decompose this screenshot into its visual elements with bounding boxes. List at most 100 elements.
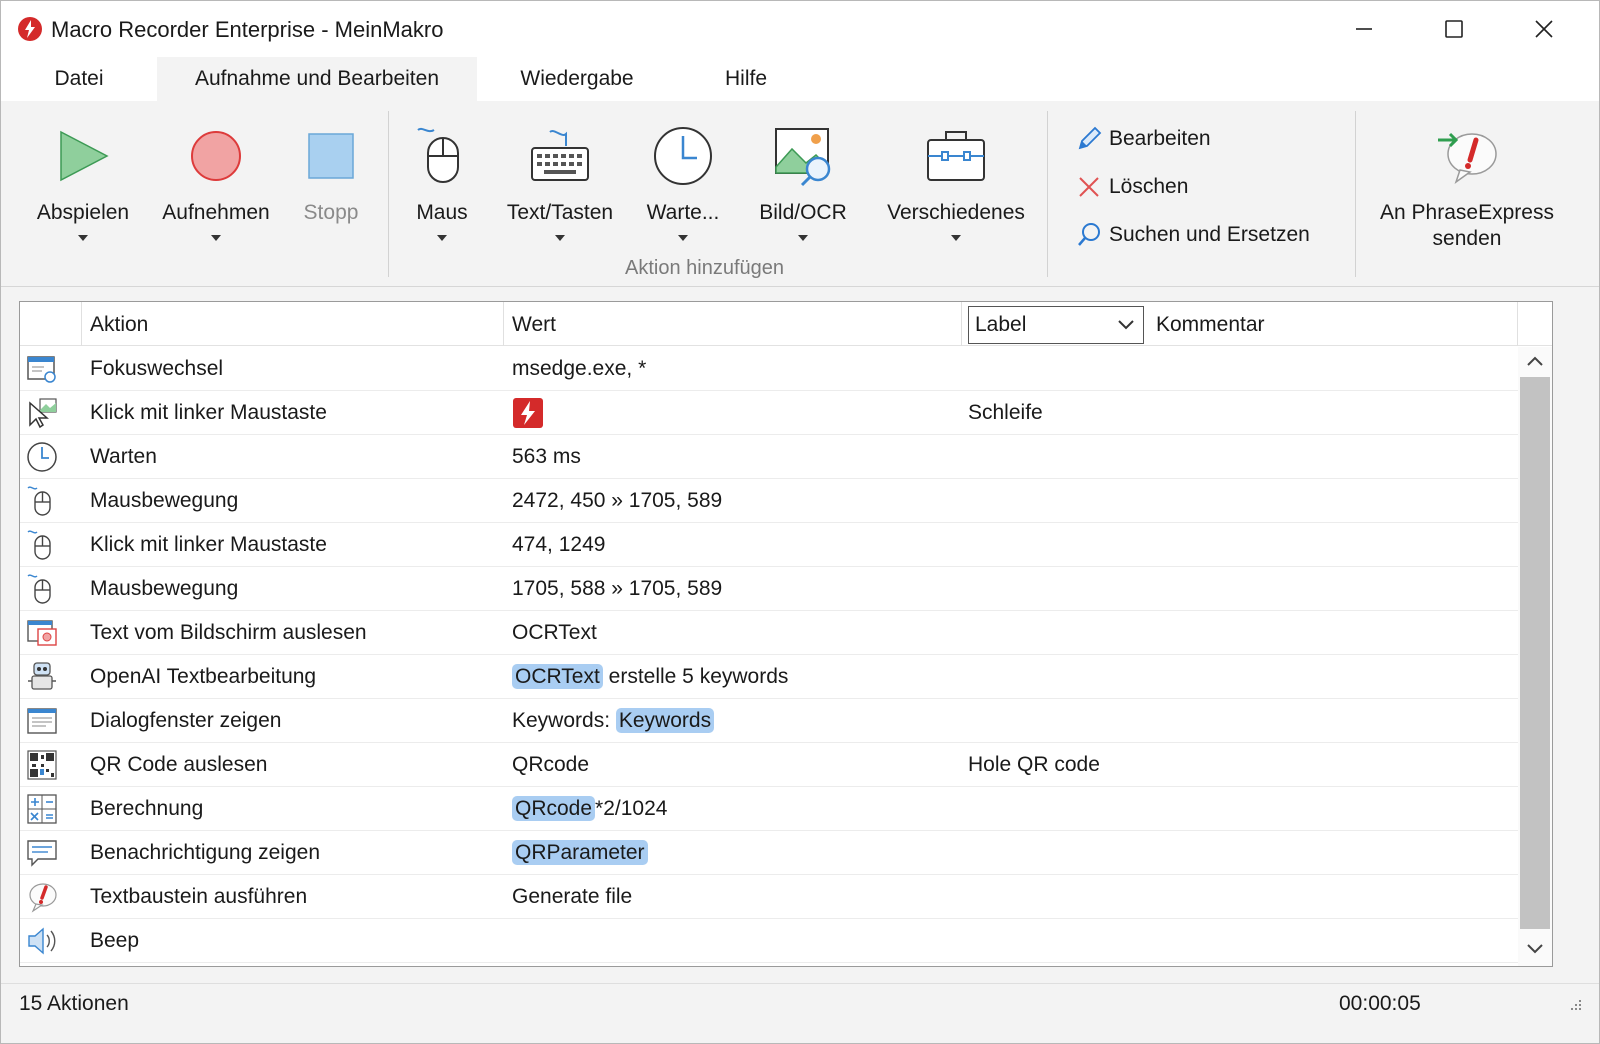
tab-datei[interactable]: Datei [27,57,131,101]
delete-button[interactable]: Löschen [1075,169,1188,205]
chevron-down-icon[interactable] [437,235,447,241]
tab-aufnahme-und-bearbeiten[interactable]: Aufnahme und Bearbeiten [157,57,477,101]
actions-table: Aktion Wert Label Kommentar Fokuswechsel… [19,301,1553,967]
misc-button[interactable]: Verschiedenes [873,121,1039,241]
send-phraseexpress-label-line2: senden [1432,227,1502,250]
table-row[interactable]: Berechnung QRcode *2/1024 [20,787,1518,831]
phraseexpress-icon [29,883,57,913]
stop-icon [308,133,354,179]
row-action: Fokuswechsel [90,357,224,380]
record-icon [191,131,241,181]
delete-x-icon [1079,177,1099,197]
delete-label: Löschen [1109,175,1189,198]
row-label: Schleife [968,401,1043,424]
row-action: Text vom Bildschirm auslesen [90,621,367,644]
chevron-down-icon [1118,320,1134,330]
mouse-label: Maus [416,201,468,224]
table-row[interactable]: QR Code auslesen QRcode Hole QR code [20,743,1518,787]
table-row[interactable]: Fokuswechsel msedge.exe, * [20,347,1518,391]
chevron-down-icon[interactable] [211,235,221,241]
image-ocr-button[interactable]: Bild/OCR [747,121,859,241]
action-count: 15 Aktionen [19,992,129,1015]
resize-grip-icon[interactable] [1563,996,1583,1016]
record-button[interactable]: Aufnehmen [151,121,281,241]
calculator-icon [27,794,57,824]
header-value[interactable]: Wert [504,302,962,346]
row-value: QRParameter [512,831,648,875]
search-icon [1078,223,1100,246]
row-value: 474, 1249 [512,533,606,556]
row-label: Hole QR code [968,753,1100,776]
edit-button[interactable]: Bearbeiten [1075,121,1211,157]
row-action: Dialogfenster zeigen [90,709,282,732]
search-replace-button[interactable]: Suchen und Ersetzen [1075,217,1310,253]
ribbon: Abspielen Aufnehmen Stopp Maus Text/Tast… [1,101,1599,287]
table-row[interactable]: Textbaustein ausführen Generate file [20,875,1518,919]
record-label: Aufnehmen [162,201,270,224]
mouse-button[interactable]: Maus [401,121,483,241]
maximize-icon [1445,20,1463,38]
search-replace-label: Suchen und Ersetzen [1109,223,1310,246]
play-button[interactable]: Abspielen [21,121,145,241]
table-row[interactable]: OpenAI Textbearbeitung OCRText erstelle … [20,655,1518,699]
wait-button[interactable]: Warte... [633,121,733,241]
maximize-button[interactable] [1409,1,1499,57]
window-focus-icon [27,356,56,383]
misc-label: Verschiedenes [887,201,1025,224]
table-row[interactable]: Text vom Bildschirm auslesen OCRText [20,611,1518,655]
text-keys-button[interactable]: Text/Tasten [495,121,625,241]
table-row[interactable]: Dialogfenster zeigen Keywords: Keywords [20,699,1518,743]
label-dropdown-text: Label [975,313,1027,336]
table-row[interactable]: Beep [20,919,1518,963]
phraseexpress-icon [1438,132,1497,184]
table-row[interactable]: Mausbewegung 2472, 450 » 1705, 589 [20,479,1518,523]
row-action: Klick mit linker Maustaste [90,401,327,424]
screen-ocr-icon [27,620,57,646]
row-value: OCRText erstelle 5 keywords [512,655,788,699]
scrollbar-thumb[interactable] [1520,377,1550,929]
chevron-down-icon[interactable] [678,235,688,241]
chevron-down-icon[interactable] [951,235,961,241]
row-action: Warten [90,445,157,468]
stop-button[interactable]: Stopp [291,121,371,225]
close-button[interactable] [1499,1,1589,57]
table-row[interactable]: Benachrichtigung zeigen QRParameter [20,831,1518,875]
close-icon [1535,20,1553,38]
tab-wiedergabe[interactable]: Wiedergabe [497,57,657,101]
row-action: OpenAI Textbearbeitung [90,665,317,688]
chevron-up-icon[interactable] [1526,355,1544,367]
row-value-text: *2/1024 [595,797,668,820]
row-action: Mausbewegung [90,577,239,600]
label-dropdown[interactable]: Label [968,306,1144,344]
chevron-down-icon[interactable] [1526,943,1544,955]
ribbon-group-label: Aktion hinzufügen [625,257,785,279]
variable-chip: QRParameter [512,840,648,865]
variable-chip: QRcode [512,796,596,821]
row-action: Klick mit linker Maustaste [90,533,327,556]
tab-hilfe[interactable]: Hilfe [701,57,791,101]
pencil-icon [1078,126,1102,150]
table-row[interactable]: Mausbewegung 1705, 588 » 1705, 589 [20,567,1518,611]
keyboard-icon [531,130,589,181]
row-action: Benachrichtigung zeigen [90,841,320,864]
table-row[interactable]: Klick mit linker Maustaste 474, 1249 [20,523,1518,567]
minimize-button[interactable] [1319,1,1409,57]
text-keys-label: Text/Tasten [506,201,614,224]
chevron-down-icon[interactable] [798,235,808,241]
vertical-scrollbar[interactable] [1518,347,1552,966]
app-window: Macro Recorder Enterprise - MeinMakro Da… [0,0,1600,1044]
table-row[interactable]: Warten 563 ms [20,435,1518,479]
app-logo-icon [18,17,42,41]
send-phraseexpress-button[interactable]: An PhraseExpress senden [1371,121,1563,251]
row-value: QRcode [512,753,590,776]
mouse-icon [27,486,51,516]
chevron-down-icon[interactable] [78,235,88,241]
row-value: Generate file [512,885,633,908]
table-row[interactable]: Klick mit linker Maustaste Schleife [20,391,1518,435]
row-value: Keywords: Keywords [512,699,715,743]
header-comment[interactable]: Kommentar [1148,302,1518,346]
row-value-prefix: Keywords: [512,709,616,732]
clock-icon [27,442,57,472]
chevron-down-icon[interactable] [555,235,565,241]
header-action[interactable]: Aktion [82,302,504,346]
